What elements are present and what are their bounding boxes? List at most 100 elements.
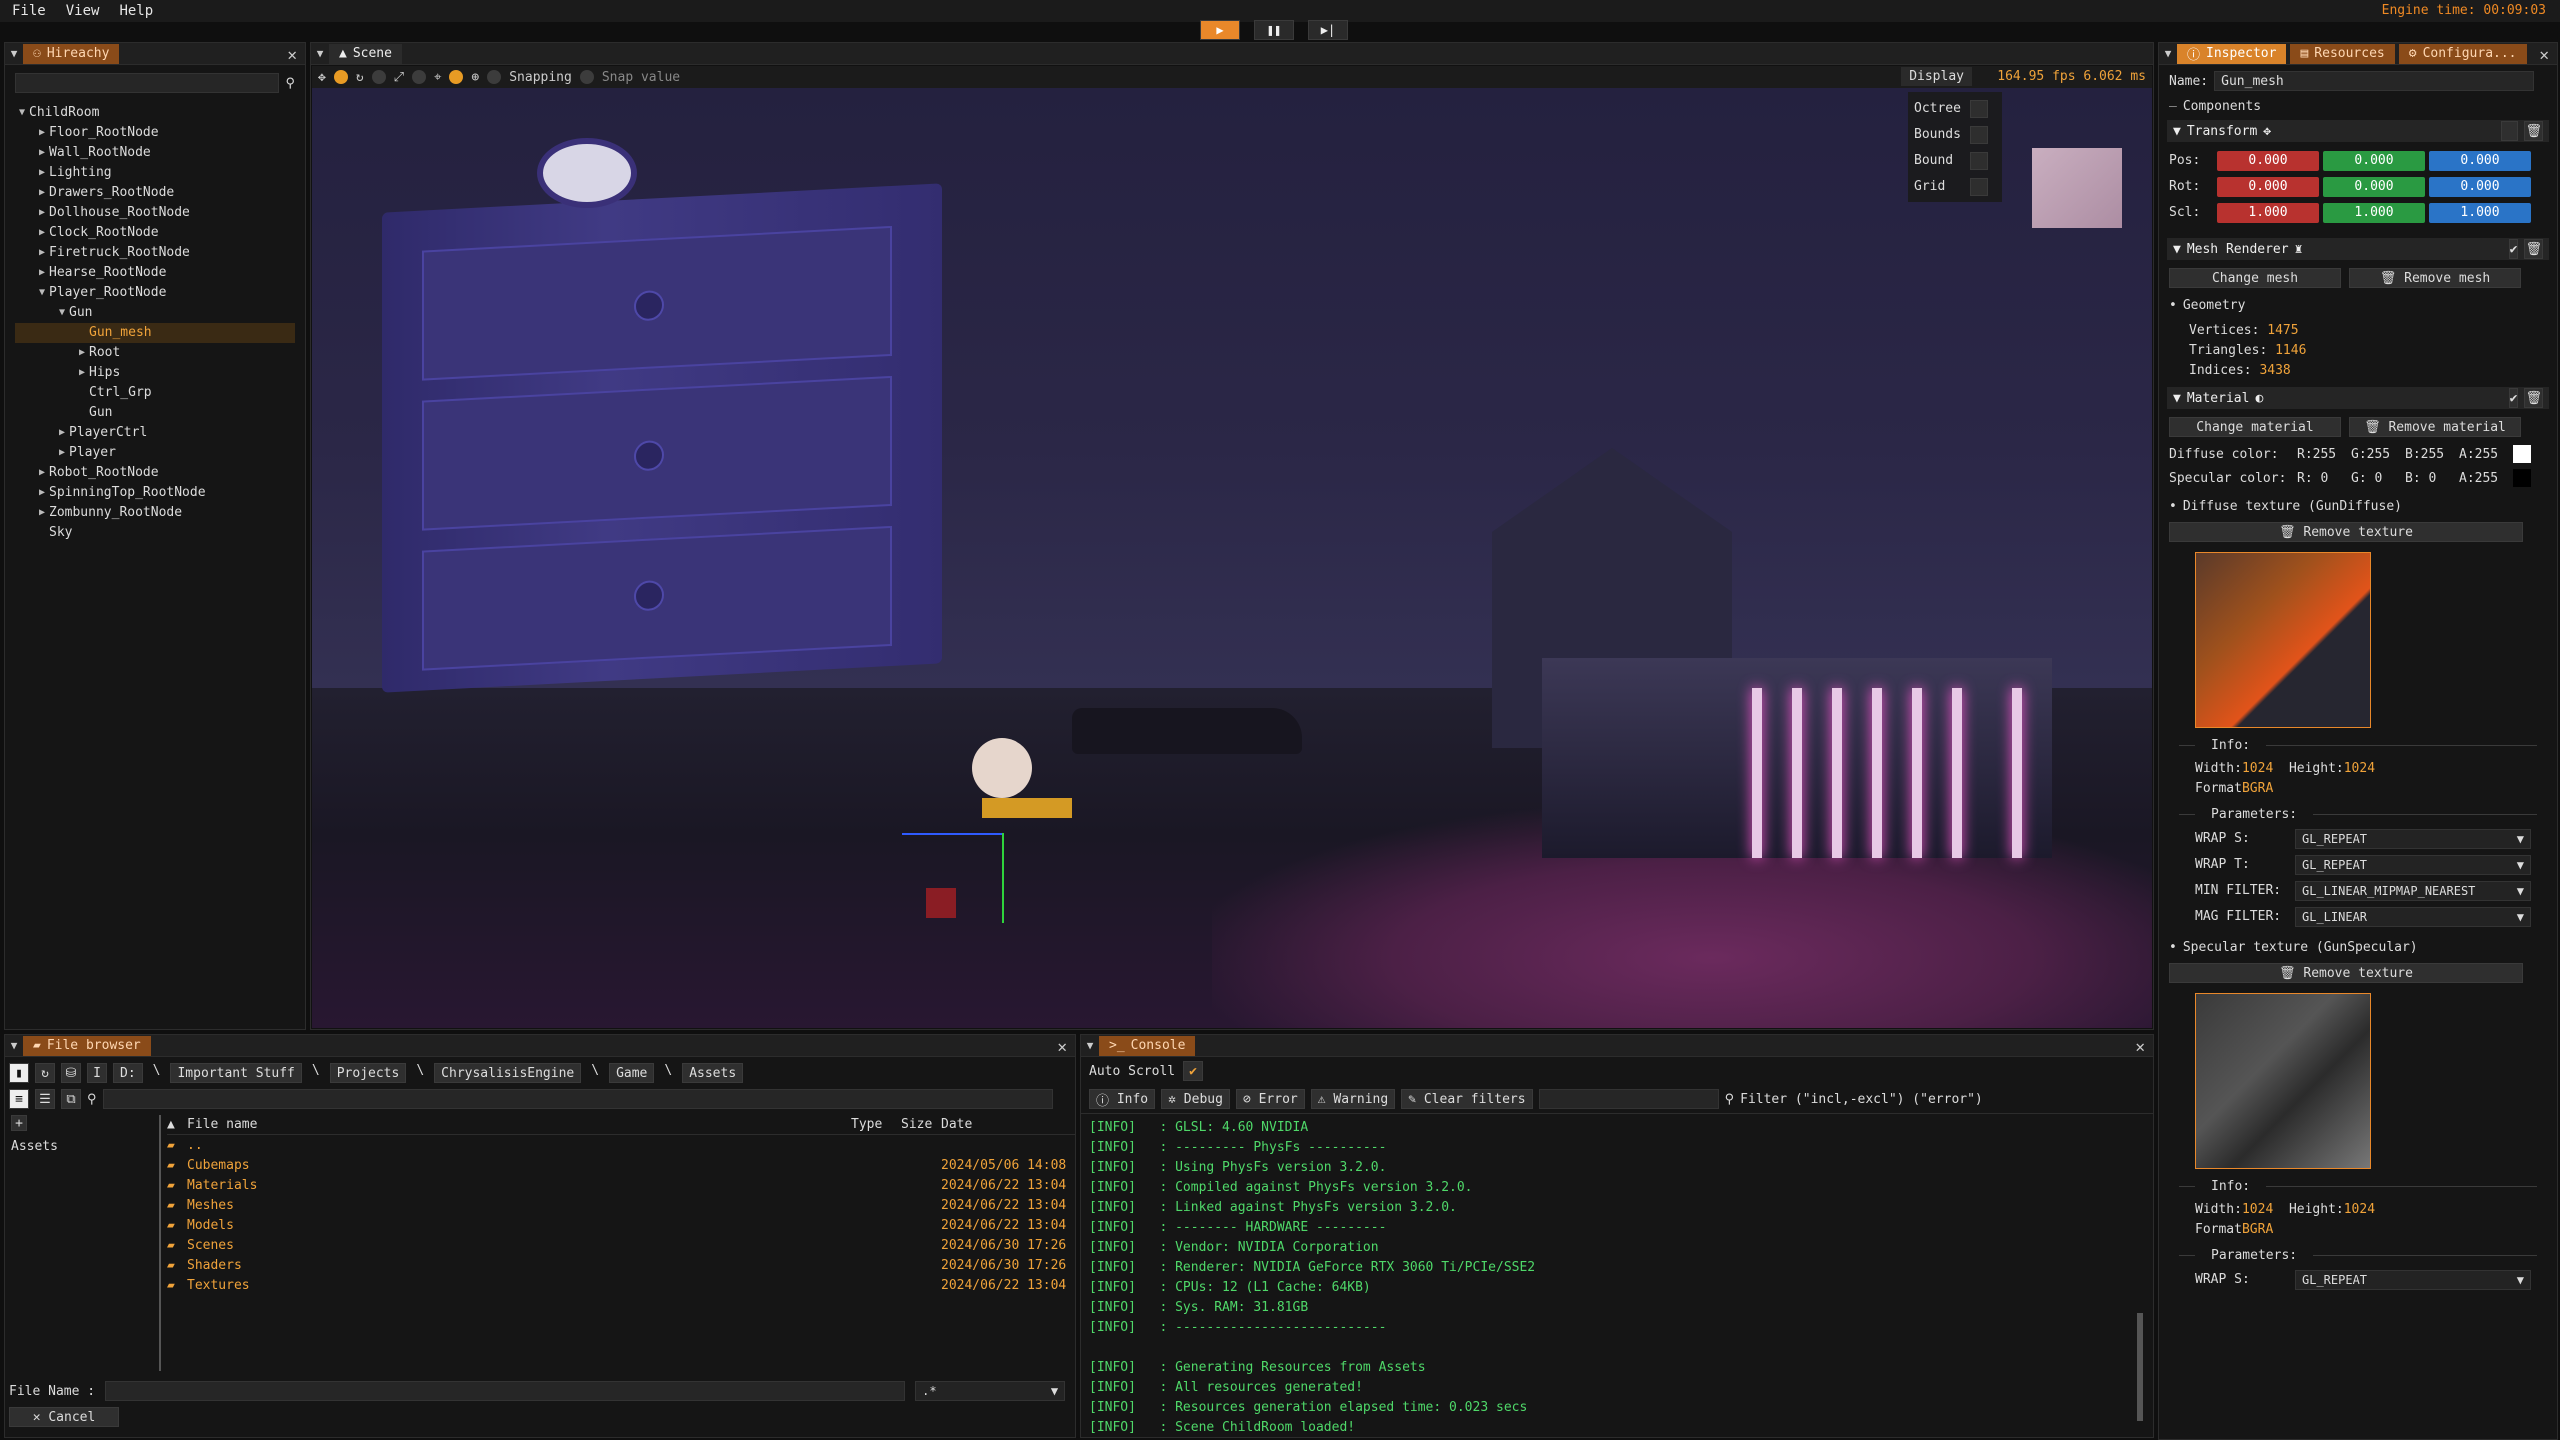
breadcrumb-item[interactable]: Assets: [682, 1063, 744, 1083]
chevron-right-icon[interactable]: ▶: [75, 363, 89, 383]
display-option-checkbox[interactable]: [1970, 152, 1988, 170]
tab-scene[interactable]: ▲ Scene: [329, 43, 402, 64]
file-filter-select[interactable]: .* ▼: [915, 1381, 1066, 1401]
close-icon[interactable]: ✕: [287, 45, 297, 64]
globe-icon[interactable]: ⊕: [471, 70, 479, 85]
tab-resources[interactable]: ▤ Resources: [2290, 43, 2395, 64]
breadcrumb-item[interactable]: ChrysalisisEngine: [434, 1063, 582, 1083]
hierarchy-search-input[interactable]: [15, 73, 280, 93]
console-scrollbar[interactable]: [2137, 1313, 2143, 1421]
trash-icon[interactable]: 🗑: [2524, 388, 2543, 408]
chevron-right-icon[interactable]: ▶: [35, 243, 49, 263]
move-icon[interactable]: ✥: [318, 70, 326, 85]
specular-b[interactable]: B: 0: [2405, 471, 2455, 486]
list-view-icon[interactable]: ≡: [9, 1089, 29, 1109]
close-icon[interactable]: ✕: [2539, 45, 2549, 64]
wrap-t-select[interactable]: GL_REPEAT ▼: [2295, 855, 2531, 875]
tab-hierarchy[interactable]: ⚇ Hireachy: [23, 43, 120, 64]
refresh-icon[interactable]: ↻: [35, 1063, 55, 1083]
bookmark-icon[interactable]: ▮: [9, 1063, 29, 1083]
tree-node[interactable]: ▶ Root: [15, 343, 295, 363]
sort-icon[interactable]: ▲: [167, 1117, 187, 1132]
tree-node[interactable]: Gun: [15, 403, 295, 423]
scl-x-field[interactable]: 1.000: [2217, 203, 2319, 223]
tree-node[interactable]: ▶ Hearse_RootNode: [15, 263, 295, 283]
display-option-checkbox[interactable]: [1970, 126, 1988, 144]
diffuse-swatch[interactable]: [2513, 445, 2531, 463]
collapse-icon[interactable]: ▼: [5, 1039, 23, 1052]
chevron-right-icon[interactable]: ▶: [55, 443, 69, 463]
snapping-toggle[interactable]: [579, 70, 594, 84]
pos-x-field[interactable]: 0.000: [2217, 151, 2319, 171]
gizmo-y-axis[interactable]: [1002, 833, 1004, 923]
chevron-right-icon[interactable]: ▶: [35, 483, 49, 503]
file-row[interactable]: ▰ Scenes 2024/06/30 17:26: [167, 1235, 1075, 1255]
specular-a[interactable]: A:255: [2459, 471, 2509, 486]
wrap-s-select[interactable]: GL_REPEAT ▼: [2295, 829, 2531, 849]
chevron-right-icon[interactable]: ▶: [35, 163, 49, 183]
change-mesh-button[interactable]: Change mesh: [2169, 268, 2341, 288]
file-row[interactable]: ▰ Meshes 2024/06/22 13:04: [167, 1195, 1075, 1215]
collapse-icon[interactable]: ▼: [5, 47, 23, 60]
menu-help[interactable]: Help: [119, 3, 153, 19]
tree-node[interactable]: ▶ Player: [15, 443, 295, 463]
remove-material-button[interactable]: 🗑 Remove material: [2349, 417, 2521, 437]
specular-r[interactable]: R: 0: [2297, 471, 2347, 486]
chevron-right-icon[interactable]: ▶: [35, 263, 49, 283]
material-header[interactable]: ▼ Material ◐ ✔ 🗑: [2167, 387, 2549, 409]
transform-enabled-checkbox[interactable]: [2500, 121, 2519, 141]
scl-y-field[interactable]: 1.000: [2323, 203, 2425, 223]
tree-node[interactable]: ▼ Gun: [15, 303, 295, 323]
tree-node[interactable]: ▶ Hips: [15, 363, 295, 383]
file-row[interactable]: ▰ Materials 2024/06/22 13:04: [167, 1175, 1075, 1195]
file-search-input[interactable]: [102, 1089, 1053, 1109]
display-option-checkbox[interactable]: [1970, 178, 1988, 196]
file-row[interactable]: ▰ Models 2024/06/22 13:04: [167, 1215, 1075, 1235]
tab-configuration[interactable]: ⚙ Configura...: [2398, 43, 2527, 64]
pos-y-field[interactable]: 0.000: [2323, 151, 2425, 171]
diffuse-g[interactable]: G:255: [2351, 447, 2401, 462]
tree-node[interactable]: ▼ ChildRoom: [15, 103, 295, 123]
scl-z-field[interactable]: 1.000: [2429, 203, 2531, 223]
tree-node[interactable]: ▶ PlayerCtrl: [15, 423, 295, 443]
filter-debug-button[interactable]: ✲ Debug: [1161, 1089, 1230, 1109]
tab-console[interactable]: >_ Console: [1099, 1035, 1196, 1056]
chevron-right-icon[interactable]: ▶: [35, 143, 49, 163]
tree-node[interactable]: ▶ Drawers_RootNode: [15, 183, 295, 203]
tree-node[interactable]: ▼ Player_RootNode: [15, 283, 295, 303]
pivot-icon[interactable]: ⌖: [434, 70, 441, 85]
file-row[interactable]: ▰ Shaders 2024/06/30 17:26: [167, 1255, 1075, 1275]
pause-button[interactable]: ❚❚: [1254, 20, 1294, 40]
search-icon[interactable]: ⚲: [87, 1092, 97, 1107]
file-name-input[interactable]: [105, 1381, 906, 1401]
drive-icon[interactable]: ⛁: [61, 1063, 81, 1083]
filter-warning-button[interactable]: ⚠ Warning: [1310, 1089, 1396, 1109]
menu-file[interactable]: File: [12, 3, 46, 19]
edit-path-icon[interactable]: I: [87, 1063, 107, 1083]
chevron-right-icon[interactable]: ▶: [35, 183, 49, 203]
chevron-down-icon[interactable]: ▼: [15, 103, 29, 123]
rot-z-field[interactable]: 0.000: [2429, 177, 2531, 197]
specular-swatch[interactable]: [2513, 469, 2531, 487]
change-material-button[interactable]: Change material: [2169, 417, 2341, 437]
tree-node[interactable]: ▶ Floor_RootNode: [15, 123, 295, 143]
collapse-icon[interactable]: ▼: [2159, 47, 2177, 60]
tree-node[interactable]: ▶ Clock_RootNode: [15, 223, 295, 243]
remove-specular-texture-button[interactable]: 🗑 Remove texture: [2169, 963, 2523, 983]
col-type[interactable]: Type: [851, 1117, 901, 1132]
name-input[interactable]: Gun_mesh: [2214, 71, 2535, 91]
col-size[interactable]: Size: [901, 1117, 941, 1132]
close-icon[interactable]: ✕: [1057, 1037, 1067, 1056]
pos-z-field[interactable]: 0.000: [2429, 151, 2531, 171]
trash-icon[interactable]: 🗑: [2524, 239, 2543, 259]
console-filter-input[interactable]: [1538, 1089, 1719, 1109]
chevron-right-icon[interactable]: ▶: [35, 223, 49, 243]
thumbnail-icon[interactable]: ⧉: [61, 1089, 81, 1109]
material-enabled-checkbox[interactable]: ✔: [2508, 388, 2519, 408]
tree-node[interactable]: ▶ Firetruck_RootNode: [15, 243, 295, 263]
local-toggle[interactable]: [333, 70, 348, 84]
gizmo-z-axis[interactable]: [902, 833, 1002, 835]
mesh-renderer-header[interactable]: ▼ Mesh Renderer ♜ ✔ 🗑: [2167, 238, 2549, 260]
rot-x-field[interactable]: 0.000: [2217, 177, 2319, 197]
add-icon[interactable]: +: [11, 1115, 27, 1131]
